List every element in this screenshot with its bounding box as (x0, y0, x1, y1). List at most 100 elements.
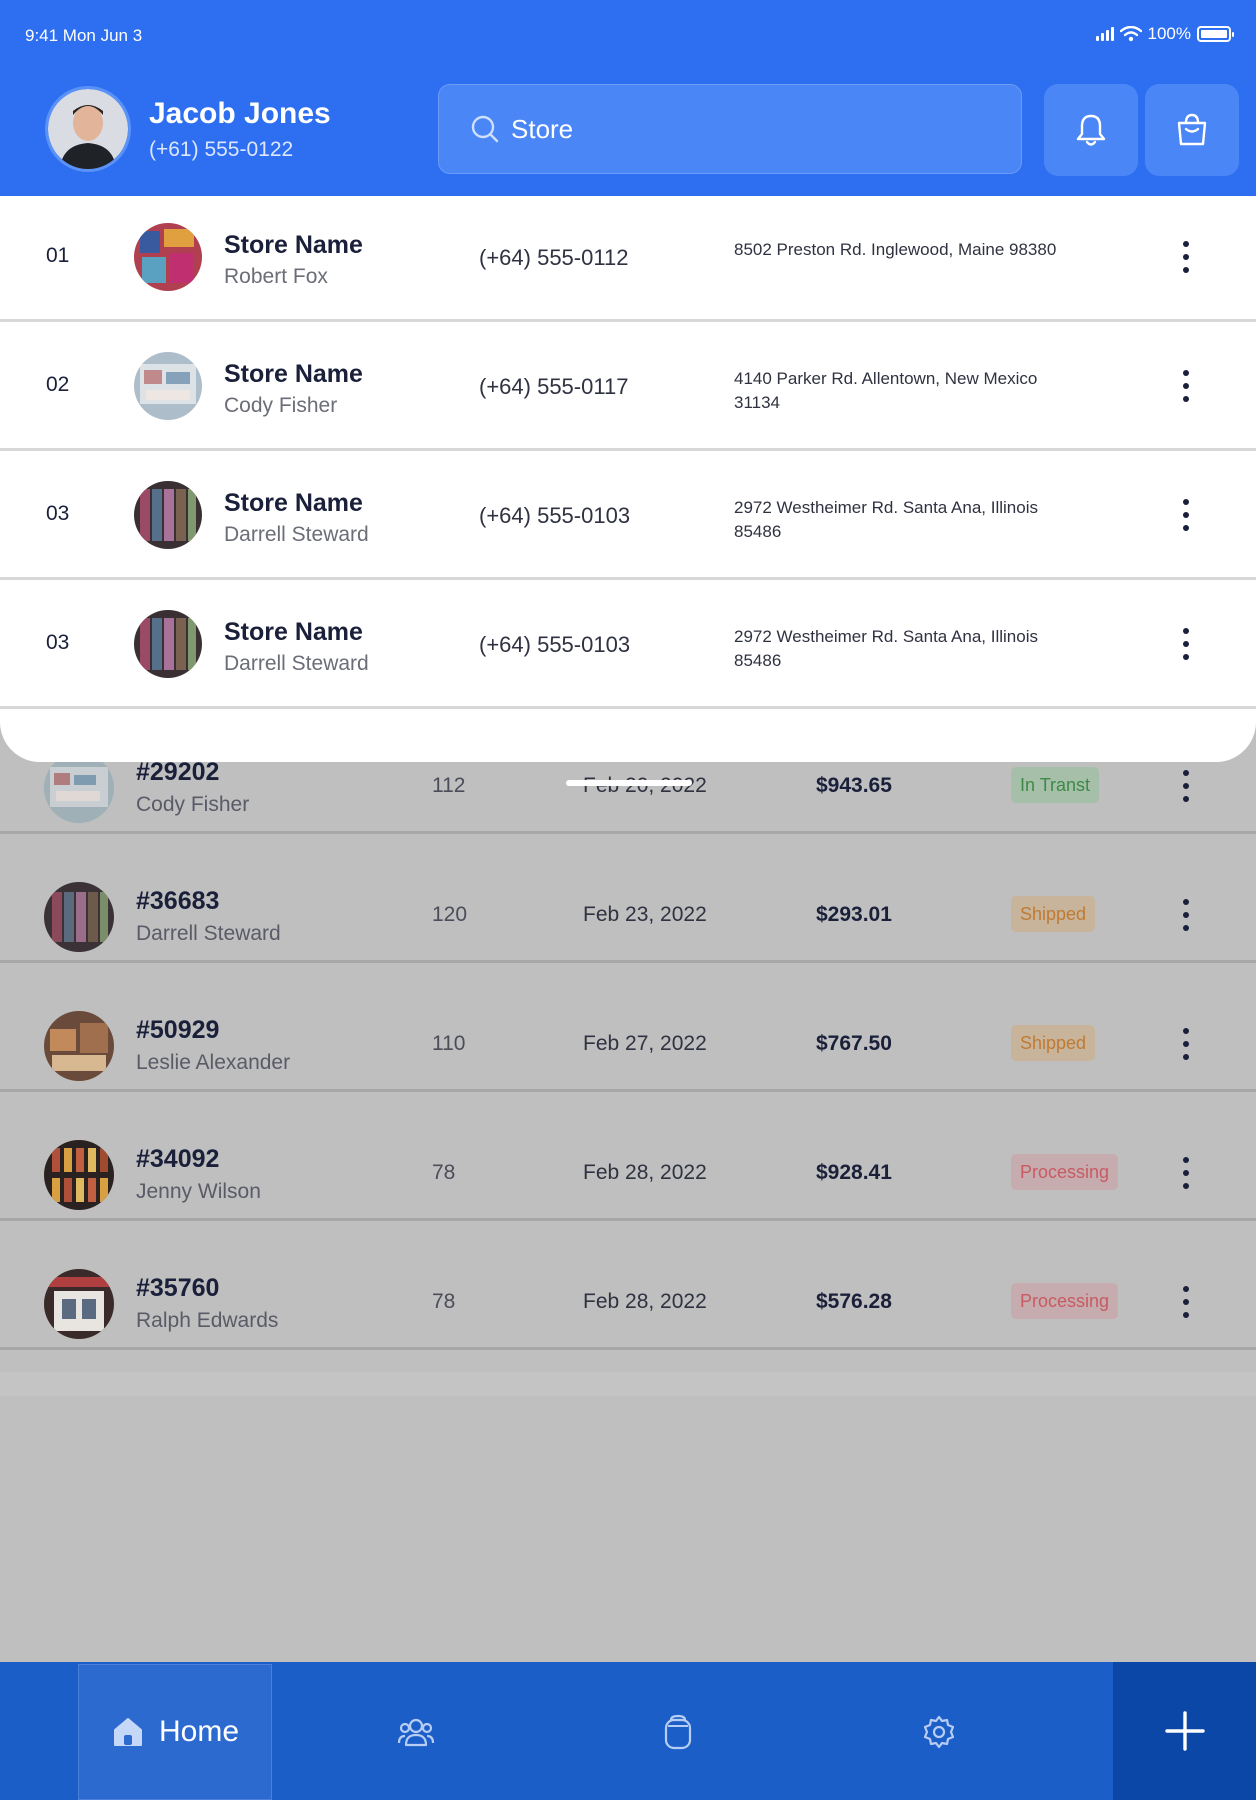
store-number: 02 (46, 373, 70, 396)
order-avatar (44, 1011, 114, 1081)
store-avatar (134, 223, 202, 291)
order-customer: Cody Fisher (136, 793, 250, 816)
order-date: Feb 28, 2022 (583, 1290, 707, 1313)
store-row[interactable]: 03 Store Name Darrell Steward (+64) 555-… (0, 583, 1256, 709)
order-avatar (44, 1140, 114, 1210)
store-name: Store Name (224, 231, 363, 259)
order-customer: Ralph Edwards (136, 1309, 279, 1332)
store-name: Store Name (224, 489, 363, 517)
store-number: 03 (46, 502, 70, 525)
more-vertical-icon[interactable] (1172, 1282, 1200, 1322)
home-icon (113, 1718, 142, 1746)
order-id: #35760 (136, 1274, 220, 1302)
cart-button[interactable] (1145, 84, 1239, 176)
store-avatar (134, 481, 202, 549)
order-id: #36683 (136, 887, 220, 915)
more-vertical-icon[interactable] (1172, 766, 1200, 806)
order-price: $943.65 (816, 774, 892, 797)
order-price: $928.41 (816, 1161, 892, 1184)
more-vertical-icon[interactable] (1172, 624, 1200, 664)
more-vertical-icon[interactable] (1172, 495, 1200, 535)
order-date: Feb 27, 2022 (583, 1032, 707, 1055)
store-address: 2972 Westheimer Rd. Santa Ana, Illinois … (734, 498, 1038, 541)
store-address: 2972 Westheimer Rd. Santa Ana, Illinois … (734, 627, 1038, 670)
nav-home-label: Home (158, 1715, 240, 1748)
order-qty: 78 (432, 1161, 456, 1184)
add-button[interactable] (1113, 1662, 1256, 1800)
user-phone: (+61) 555-0122 (149, 138, 294, 161)
app-header: 9:41 Mon Jun 3 100% Jacob Jones (+61) 55… (0, 0, 1256, 196)
user-name: Jacob Jones (149, 97, 331, 130)
notifications-button[interactable] (1044, 84, 1138, 176)
store-phone: (+64) 555-0103 (479, 503, 631, 528)
store-number: 03 (46, 631, 70, 654)
store-row[interactable]: 02 Store Name Cody Fisher (+64) 555-0117… (0, 325, 1256, 451)
signal-icon (1095, 27, 1114, 41)
store-avatar (134, 610, 202, 678)
more-vertical-icon[interactable] (1172, 1024, 1200, 1064)
status-badge: Shipped (1011, 896, 1096, 932)
status-bar: 9:41 Mon Jun 3 100% (25, 24, 1234, 48)
store-number: 01 (46, 244, 70, 267)
status-badge: Shipped (1011, 1025, 1096, 1061)
store-owner: Darrell Steward (224, 652, 369, 675)
cards-icon (664, 1714, 692, 1750)
order-id: #29202 (136, 758, 220, 786)
more-vertical-icon[interactable] (1172, 1153, 1200, 1193)
order-price: $293.01 (816, 903, 892, 926)
order-customer: Leslie Alexander (136, 1051, 291, 1074)
order-row[interactable]: #36683 Darrell Steward 120 Feb 23, 2022 … (0, 837, 1256, 963)
store-phone: (+64) 555-0112 (479, 245, 629, 270)
order-id: #34092 (136, 1145, 220, 1173)
nav-settings[interactable] (899, 1692, 979, 1772)
order-qty: 78 (432, 1290, 456, 1313)
store-owner: Darrell Steward (224, 523, 369, 546)
list-divider (0, 1372, 1256, 1396)
order-row[interactable]: #35760 Ralph Edwards 78 Feb 28, 2022 $57… (0, 1224, 1256, 1350)
search-input[interactable] (511, 107, 991, 151)
order-avatar (44, 753, 114, 823)
order-row[interactable]: #34092 Jenny Wilson 78 Feb 28, 2022 $928… (0, 1095, 1256, 1221)
order-qty: 120 (432, 903, 468, 926)
battery-percent: 100% (1147, 24, 1191, 43)
order-price: $767.50 (816, 1032, 892, 1055)
battery-icon (1197, 26, 1234, 42)
more-vertical-icon[interactable] (1172, 366, 1200, 406)
order-avatar (44, 1269, 114, 1339)
order-qty: 112 (432, 774, 466, 797)
store-row[interactable]: 01 Store Name Robert Fox (+64) 555-0112 … (0, 196, 1256, 322)
store-phone: (+64) 555-0103 (479, 632, 631, 657)
search-box[interactable] (438, 84, 1022, 174)
store-phone: (+64) 555-0117 (479, 374, 629, 399)
order-avatar (44, 882, 114, 952)
status-badge: Processing (1011, 1154, 1119, 1190)
order-date: Feb 23, 2022 (583, 903, 707, 926)
nav-cards[interactable] (638, 1692, 718, 1772)
sheet-handle[interactable] (566, 780, 692, 786)
order-price: $576.28 (816, 1290, 892, 1313)
order-date: Feb 28, 2022 (583, 1161, 707, 1184)
store-name: Store Name (224, 618, 363, 646)
nav-users[interactable] (376, 1692, 456, 1772)
order-customer: Darrell Steward (136, 922, 281, 945)
bottom-nav: Home (0, 1662, 1256, 1800)
store-avatar (134, 352, 202, 420)
status-badge: In Transt (1011, 767, 1100, 803)
settings-icon (923, 1715, 955, 1749)
more-vertical-icon[interactable] (1172, 237, 1200, 277)
store-row[interactable]: 03 Store Name Darrell Steward (+64) 555-… (0, 454, 1256, 580)
store-owner: Robert Fox (224, 265, 328, 288)
nav-home[interactable]: Home (78, 1664, 272, 1800)
order-qty: 110 (432, 1032, 466, 1055)
order-row[interactable]: #50929 Leslie Alexander 110 Feb 27, 2022… (0, 966, 1256, 1092)
store-dropdown: 01 Store Name Robert Fox (+64) 555-0112 … (0, 196, 1256, 762)
order-id: #50929 (136, 1016, 220, 1044)
status-indicators: 100% (1095, 24, 1234, 44)
avatar[interactable] (45, 86, 131, 172)
order-customer: Jenny Wilson (136, 1180, 261, 1203)
search-icon (471, 115, 499, 143)
store-address: 4140 Parker Rd. Allentown, New Mexico 31… (734, 369, 1038, 412)
shopping-bag-icon (1177, 113, 1207, 146)
status-time: 9:41 Mon Jun 3 (25, 26, 143, 45)
more-vertical-icon[interactable] (1172, 895, 1200, 935)
